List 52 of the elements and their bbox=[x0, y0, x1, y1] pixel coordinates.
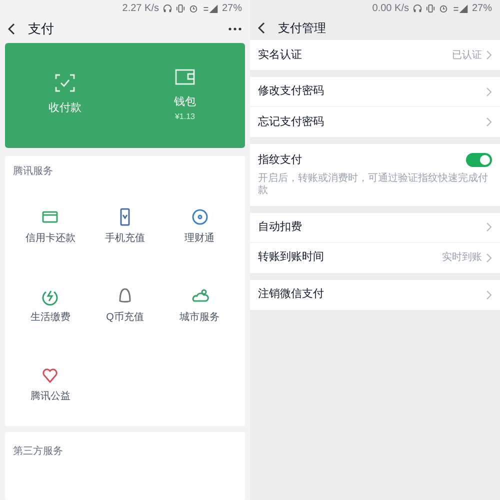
chevron-right-icon bbox=[486, 290, 492, 300]
setting-label: 修改支付密码 bbox=[258, 84, 325, 100]
setting-label: 转账到账时间 bbox=[258, 250, 325, 266]
setting-label: 注销微信支付 bbox=[258, 286, 325, 302]
page-title: 支付管理 bbox=[278, 20, 326, 37]
setting-value: 已认证 bbox=[452, 48, 482, 62]
setting-label: 实名认证 bbox=[258, 48, 303, 63]
wallet-icon bbox=[175, 68, 195, 86]
scan-check-icon bbox=[55, 74, 75, 92]
battery-level: 27% bbox=[222, 2, 242, 16]
back-icon[interactable] bbox=[8, 23, 16, 35]
network-speed: 2.27 K/s bbox=[122, 2, 159, 16]
settings-row[interactable]: 自动扣费 bbox=[250, 212, 500, 242]
service-item[interactable]: 手机充值 bbox=[88, 187, 162, 266]
setting-label: 自动扣费 bbox=[258, 220, 303, 235]
settings-row[interactable]: 注销微信支付 bbox=[250, 280, 500, 310]
chevron-right-icon bbox=[486, 222, 492, 232]
settings-row[interactable]: 忘记支付密码 bbox=[250, 107, 500, 137]
service-item[interactable]: 理财通 bbox=[162, 187, 237, 266]
settings-row[interactable]: 修改支付密码 bbox=[250, 77, 500, 107]
vibrate-icon bbox=[426, 4, 435, 12]
service-item[interactable]: 信用卡还款 bbox=[13, 187, 88, 266]
coin-icon bbox=[190, 207, 210, 227]
chevron-right-icon bbox=[486, 86, 492, 96]
vibrate-icon bbox=[176, 4, 185, 12]
service-item[interactable]: 腾讯公益 bbox=[13, 345, 88, 424]
settings-row[interactable]: 实名认证 已认证 bbox=[250, 40, 500, 70]
setting-value: 实时到账 bbox=[442, 250, 482, 265]
headphones-icon bbox=[162, 4, 172, 12]
setting-label: 忘记支付密码 bbox=[258, 114, 325, 130]
battery-level: 27% bbox=[472, 2, 492, 16]
service-item[interactable]: 生活缴费 bbox=[13, 266, 88, 345]
service-item[interactable]: 城市服务 bbox=[162, 266, 237, 345]
chevron-right-icon bbox=[486, 50, 492, 60]
alarm-icon bbox=[438, 4, 448, 12]
setting-description: 开启后，转账或消费时，可通过验证指纹快速完成付款 bbox=[258, 172, 489, 198]
network-speed: 0.00 K/s bbox=[372, 2, 409, 16]
signal-icon bbox=[202, 4, 218, 12]
section-title: 第三方服务 bbox=[13, 444, 64, 459]
alarm-icon bbox=[188, 4, 198, 12]
signal-icon bbox=[452, 4, 468, 12]
settings-row[interactable]: 转账到账时间 实时到账 bbox=[250, 242, 500, 272]
page-title: 支付 bbox=[28, 20, 54, 38]
service-item[interactable]: Q币充值 bbox=[88, 266, 162, 345]
chevron-right-icon bbox=[486, 252, 492, 262]
more-icon[interactable] bbox=[228, 27, 242, 31]
chevron-right-icon bbox=[486, 117, 492, 127]
toggle-switch[interactable] bbox=[466, 153, 492, 168]
headphones-icon bbox=[412, 4, 422, 12]
setting-label: 指纹支付 bbox=[258, 153, 303, 168]
section-title: 腾讯服务 bbox=[13, 164, 54, 179]
back-icon[interactable] bbox=[258, 22, 266, 34]
